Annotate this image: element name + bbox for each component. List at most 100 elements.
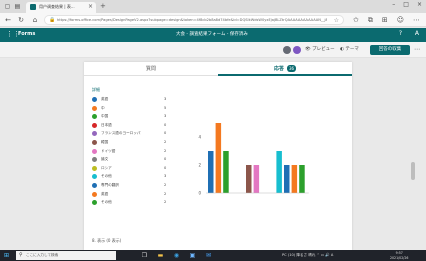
chart-bar[interactable]: [276, 151, 282, 193]
account-icon[interactable]: A: [415, 30, 419, 37]
preview-button[interactable]: 👁 プレビュー: [305, 46, 335, 54]
legend-swatch: [92, 182, 97, 188]
task-view-icon[interactable]: ❒: [140, 251, 149, 260]
chart-bar[interactable]: [299, 165, 305, 193]
legend-swatch: [92, 148, 97, 154]
refresh-icon[interactable]: ↻: [16, 15, 26, 25]
browser-toolbar: ← ↻ ⌂ 🔒 https://forms.office.com/Pages/D…: [0, 13, 426, 27]
legend-label: 韓国: [101, 139, 109, 144]
browser-tab[interactable]: 用户调查结果 | 表... ×: [26, 2, 96, 13]
legend-swatch: [92, 105, 97, 111]
taskbar-search[interactable]: ⚲ ここに入力して検索: [16, 251, 116, 260]
tab-actions-icon[interactable]: ▤: [13, 2, 22, 11]
avatar-1[interactable]: [283, 46, 291, 54]
legend-label: 英語: [101, 97, 109, 101]
edge-icon[interactable]: ◉: [172, 251, 181, 260]
legend-value: 2: [164, 148, 167, 153]
legend-item: 韓国 2: [92, 139, 172, 148]
mail-icon[interactable]: ✉: [204, 251, 213, 260]
chart-legend: 英語 3 中 5 中国 3 日本語 0 フランス語のヨーロッパ 0 韓国 2 ドイツ語 2 論文 0 ロシア 0 そ…: [92, 96, 172, 208]
legend-value: 2: [164, 139, 167, 144]
app-header: ⋮⋮ Forms 大会 - 調査結果フォーム - 保存済み ? A: [0, 28, 426, 42]
more-options-icon[interactable]: ⋯: [414, 46, 420, 53]
browser-menu-icon[interactable]: ⋯: [413, 15, 420, 25]
store-icon[interactable]: ▣: [188, 251, 197, 260]
legend-value: 2: [164, 191, 167, 196]
legend-value: 2: [164, 200, 167, 205]
y-tick-label: 0: [198, 191, 201, 196]
form-title[interactable]: 大会 - 調査結果フォーム - 保存済み: [176, 31, 248, 37]
legend-value: 2: [164, 182, 167, 187]
tab-questions[interactable]: 質問: [84, 62, 218, 76]
collect-responses-button[interactable]: 回答の収集: [370, 45, 410, 55]
legend-item: 英語 3: [92, 96, 172, 105]
new-tab-icon[interactable]: +: [100, 2, 106, 10]
legend-swatch: [92, 97, 97, 102]
y-tick-label: 4: [198, 135, 201, 140]
preview-label: プレビュー: [312, 47, 335, 52]
legend-swatch: [92, 174, 97, 180]
legend-label: ドイツ語: [101, 148, 116, 153]
legend-swatch: [92, 165, 97, 171]
legend-label: その他: [101, 174, 112, 179]
app-name[interactable]: Forms: [18, 31, 35, 37]
legend-item: その他 3: [92, 173, 172, 182]
legend-swatch: [92, 139, 97, 145]
favorites-icon[interactable]: ✩: [353, 15, 359, 25]
legend-item: 英語 2: [92, 191, 172, 200]
chart-bar[interactable]: [208, 151, 214, 193]
lock-icon: 🔒: [49, 17, 56, 23]
chart-bar[interactable]: [246, 165, 252, 193]
maximize-icon[interactable]: □: [403, 1, 409, 8]
chart-bar[interactable]: [253, 165, 260, 193]
response-count-badge: 36: [287, 65, 296, 72]
window-menu-icon[interactable]: ▢: [3, 2, 12, 11]
tab-questions-label: 質問: [145, 66, 156, 72]
chart-bar[interactable]: [223, 151, 229, 193]
legend-swatch: [92, 157, 97, 163]
chart-bar[interactable]: [215, 123, 222, 193]
profile-icon[interactable]: ☺: [397, 15, 404, 25]
file-explorer-icon[interactable]: ▬: [156, 251, 165, 260]
details-link[interactable]: 詳細: [92, 87, 100, 93]
close-tab-icon[interactable]: ×: [88, 3, 93, 10]
legend-label: その他: [101, 200, 112, 205]
legend-value: 0: [164, 165, 167, 170]
close-window-icon[interactable]: ×: [417, 1, 422, 8]
legend-item: 中5: [92, 105, 172, 114]
legend-label: フランス語のヨーロッパ: [101, 131, 141, 136]
tray-text: PC (10) 降るさ 晴れ: [282, 253, 316, 257]
collections-icon[interactable]: ⧉: [368, 15, 373, 25]
legend-value: 0: [164, 157, 167, 162]
minimize-icon[interactable]: –: [392, 1, 395, 8]
chart-bar[interactable]: [284, 165, 290, 193]
taskbar-apps: ❒ ▬ ◉ ▣ ✉: [140, 251, 213, 260]
system-tray[interactable]: PC (10) 降るさ 晴れ ⌃ ▭ 🔊 A: [282, 252, 333, 259]
favorite-star-icon[interactable]: ☆: [334, 17, 339, 24]
scrollbar-thumb[interactable]: [411, 162, 415, 180]
system-clock[interactable]: 9:57 2021/02/26: [390, 251, 408, 260]
start-button-icon[interactable]: ⊞: [4, 252, 9, 259]
legend-label: 日本語: [101, 122, 112, 127]
home-icon[interactable]: ⌂: [30, 15, 40, 25]
clock-date: 2021/02/26: [390, 255, 409, 260]
legend-value: 3: [164, 97, 167, 101]
back-icon[interactable]: ←: [3, 15, 13, 25]
page-scrollbar[interactable]: [410, 58, 416, 246]
chart-bar[interactable]: [291, 165, 298, 193]
extensions-icon[interactable]: ⊞: [382, 15, 388, 25]
browser-tab-strip: ▢ ▤ 用户调查结果 | 表... × + – □ ×: [0, 0, 426, 13]
avatar-2[interactable]: [293, 46, 301, 54]
url-text: https://forms.office.com/Pages/DesignPag…: [57, 18, 327, 22]
theme-label: テーマ: [345, 47, 359, 52]
legend-value: 3: [164, 114, 167, 119]
legend-item: ロシア 0: [92, 165, 172, 174]
legend-label: ロシア: [101, 165, 112, 170]
tab-responses[interactable]: 応答 36: [218, 62, 352, 76]
help-icon[interactable]: ?: [399, 30, 402, 37]
search-icon: ⚲: [19, 252, 23, 258]
y-tick-label: 2: [198, 163, 201, 168]
forms-favicon-icon: [30, 4, 36, 10]
address-bar[interactable]: 🔒 https://forms.office.com/Pages/DesignP…: [44, 15, 344, 25]
theme-button[interactable]: ◐ テーマ: [340, 46, 359, 54]
